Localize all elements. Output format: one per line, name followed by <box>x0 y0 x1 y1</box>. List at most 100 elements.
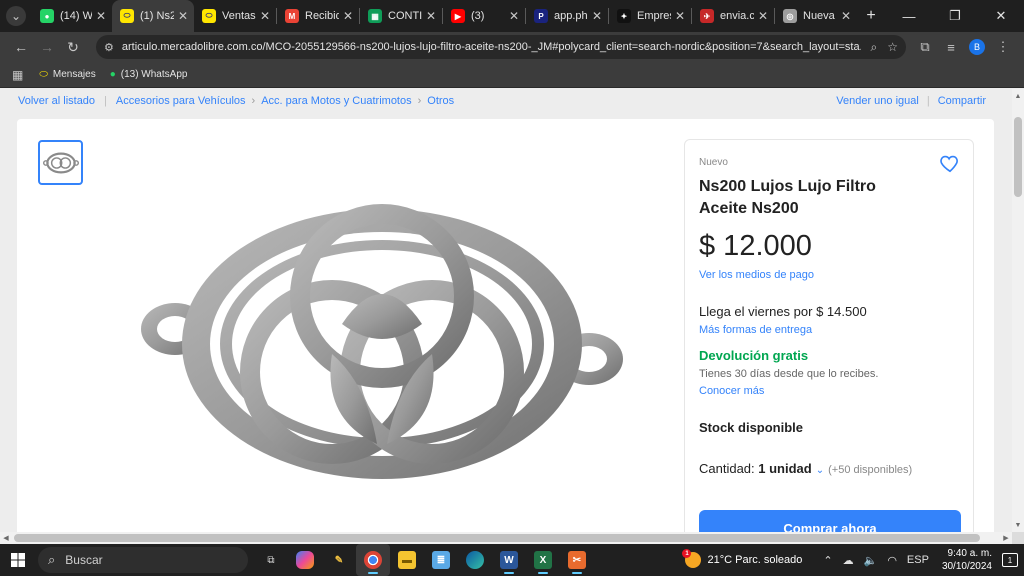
product-thumbnail[interactable] <box>38 140 83 185</box>
learn-more-link[interactable]: Conocer más <box>699 385 764 397</box>
forward-arrow-icon[interactable]: → <box>34 34 60 60</box>
apps-grid-icon[interactable]: ▦ <box>12 68 23 82</box>
edge-icon[interactable] <box>458 544 492 576</box>
returns-description: Tienes 30 días desde que lo recibes. <box>699 368 879 380</box>
profile-avatar[interactable]: B <box>964 34 990 60</box>
close-tab-icon[interactable]: ✕ <box>96 9 106 23</box>
heart-icon[interactable] <box>939 152 961 174</box>
file-explorer-icon[interactable]: ▬ <box>390 544 424 576</box>
cloud-icon[interactable]: ☁ <box>843 554 854 567</box>
snipping-tool-icon[interactable]: ✂ <box>560 544 594 576</box>
weather-badge: 1 <box>682 549 692 558</box>
reload-icon[interactable]: ↻ <box>60 34 86 60</box>
close-window-icon[interactable]: ✕ <box>978 0 1024 32</box>
close-tab-icon[interactable]: ✕ <box>675 9 685 23</box>
window-controls: — ❐ ✕ <box>886 0 1024 32</box>
payment-methods-link[interactable]: Ver los medios de pago <box>699 269 814 281</box>
browser-tab[interactable]: ✈ envia.c ✕ <box>692 0 774 32</box>
divider: | <box>926 95 930 107</box>
wifi-icon[interactable]: ◠ <box>887 554 897 567</box>
close-tab-icon[interactable]: ✕ <box>841 9 851 23</box>
more-menu-icon[interactable]: ⋮ <box>990 34 1016 60</box>
tab-label: (1) Ns2 <box>140 10 174 22</box>
chevron-up-icon[interactable]: ⌃ <box>823 554 832 567</box>
sell-similar-link[interactable]: Vender uno igual <box>836 95 919 107</box>
close-tab-icon[interactable]: ✕ <box>178 9 188 23</box>
tab-search-button[interactable]: ⌄ <box>0 0 32 32</box>
tab-label: envia.c <box>720 10 754 22</box>
scroll-down-icon[interactable]: ▼ <box>1012 518 1024 532</box>
buy-now-button[interactable]: Comprar ahora <box>699 510 961 532</box>
zoom-icon[interactable]: ⌕ <box>871 40 878 55</box>
task-view-icon[interactable]: ⧉ <box>254 544 288 576</box>
vertical-scrollbar[interactable]: ▲ ▼ <box>1012 89 1024 532</box>
close-tab-icon[interactable]: ✕ <box>758 9 768 23</box>
product-title: Ns200 Lujos Lujo Filtro Aceite Ns200 <box>699 178 876 217</box>
clock[interactable]: 9:40 a. m. 30/10/2024 <box>942 547 992 573</box>
chevron-down-icon[interactable]: ⌄ <box>816 465 824 476</box>
back-arrow-icon[interactable]: ← <box>8 34 34 60</box>
back-to-listing-link[interactable]: Volver al listado <box>18 95 95 107</box>
notepad-icon[interactable]: ≣ <box>424 544 458 576</box>
delivery-options-link[interactable]: Más formas de entrega <box>699 324 812 336</box>
close-tab-icon[interactable]: ✕ <box>260 9 270 23</box>
minimize-icon[interactable]: — <box>886 0 932 32</box>
excel-icon[interactable]: X <box>526 544 560 576</box>
close-tab-icon[interactable]: ✕ <box>426 9 436 23</box>
browser-tab[interactable]: ◎ Nueva ✕ <box>775 0 857 32</box>
bookmark-whatsapp[interactable]: ● (13) WhatsApp <box>110 69 188 80</box>
browser-tab[interactable]: ▶ (3) ✕ <box>443 0 525 32</box>
word-icon[interactable]: W <box>492 544 526 576</box>
browser-tab[interactable]: ⬭ Ventas ✕ <box>194 0 276 32</box>
bookmark-mensajes[interactable]: ⬭ Mensajes <box>39 69 95 80</box>
address-bar[interactable]: ⚙ articulo.mercadolibre.com.co/MCO-20551… <box>96 35 906 59</box>
scroll-thumb[interactable] <box>1014 117 1022 197</box>
close-tab-icon[interactable]: ✕ <box>343 9 353 23</box>
browser-tab[interactable]: ✦ Empres ✕ <box>609 0 691 32</box>
extensions-icon[interactable]: ⧉ <box>912 34 938 60</box>
browser-toolbar: ← → ↻ ⚙ articulo.mercadolibre.com.co/MCO… <box>0 32 1024 62</box>
browser-tab-strip: ⌄ ● (14) Wh ✕ ⬭ (1) Ns2 ✕ ⬭ Ventas ✕ M Recibid ✕ ▦ CO… <box>0 0 1024 32</box>
horizontal-scrollbar[interactable]: ◀ ▶ <box>0 532 1012 544</box>
browser-tab[interactable]: M Recibid ✕ <box>277 0 359 32</box>
scroll-thumb[interactable] <box>14 534 980 542</box>
product-thumbnail-image <box>42 152 79 173</box>
browser-tab[interactable]: ⬭ (1) Ns2 ✕ <box>112 0 194 32</box>
quantity-value[interactable]: 1 unidad <box>758 461 811 476</box>
breadcrumb-item[interactable]: Otros <box>427 95 454 107</box>
scroll-right-icon[interactable]: ▶ <box>1000 532 1012 544</box>
breadcrumb-item[interactable]: Accesorios para Vehículos <box>116 95 246 107</box>
new-tab-button[interactable]: + <box>857 0 885 32</box>
scroll-up-icon[interactable]: ▲ <box>1012 89 1024 103</box>
breadcrumb-item[interactable]: Acc. para Motos y Cuatrimotos <box>261 95 411 107</box>
buy-box: Nuevo Ns200 Lujos Lujo Filtro Aceite Ns2… <box>684 139 974 532</box>
weather-widget[interactable]: 1 21°C Parc. soleado <box>682 549 802 568</box>
product-main-image[interactable] <box>127 204 637 494</box>
chrome-icon[interactable] <box>356 544 390 576</box>
paint-icon[interactable]: ✎ <box>322 544 356 576</box>
browser-tab[interactable]: Papp.ph ✕ <box>526 0 608 32</box>
browser-tab[interactable]: ● (14) Wh ✕ <box>32 0 112 32</box>
mercadolibre-icon: ⬭ <box>39 69 48 80</box>
restore-icon[interactable]: ❐ <box>932 0 978 32</box>
scroll-left-icon[interactable]: ◀ <box>0 532 12 544</box>
close-tab-icon[interactable]: ✕ <box>592 9 602 23</box>
notifications-icon[interactable]: 1 <box>1002 553 1018 567</box>
chevron-right-icon: › <box>251 95 256 107</box>
quantity-selector[interactable]: Cantidad: 1 unidad ⌄ (+50 disponibles) <box>699 461 912 476</box>
share-link[interactable]: Compartir <box>938 95 986 107</box>
copilot-icon[interactable] <box>288 544 322 576</box>
windows-logo-icon <box>11 553 25 567</box>
browser-tab[interactable]: ▦ CONTIN ✕ <box>360 0 442 32</box>
volume-icon[interactable]: 🔈 <box>864 554 878 567</box>
tab-label: Ventas <box>222 10 256 22</box>
media-control-icon[interactable]: ≡ <box>938 34 964 60</box>
bookmark-star-icon[interactable]: ☆ <box>887 40 898 54</box>
notification-count: 1 <box>1007 555 1013 565</box>
site-info-icon[interactable]: ⚙ <box>104 41 114 54</box>
windows-start-button[interactable] <box>0 544 36 576</box>
close-tab-icon[interactable]: ✕ <box>509 9 519 23</box>
chevron-right-icon: › <box>417 95 422 107</box>
taskbar-search[interactable]: ⌕ Buscar <box>38 547 248 573</box>
language-indicator[interactable]: ESP <box>907 554 929 566</box>
